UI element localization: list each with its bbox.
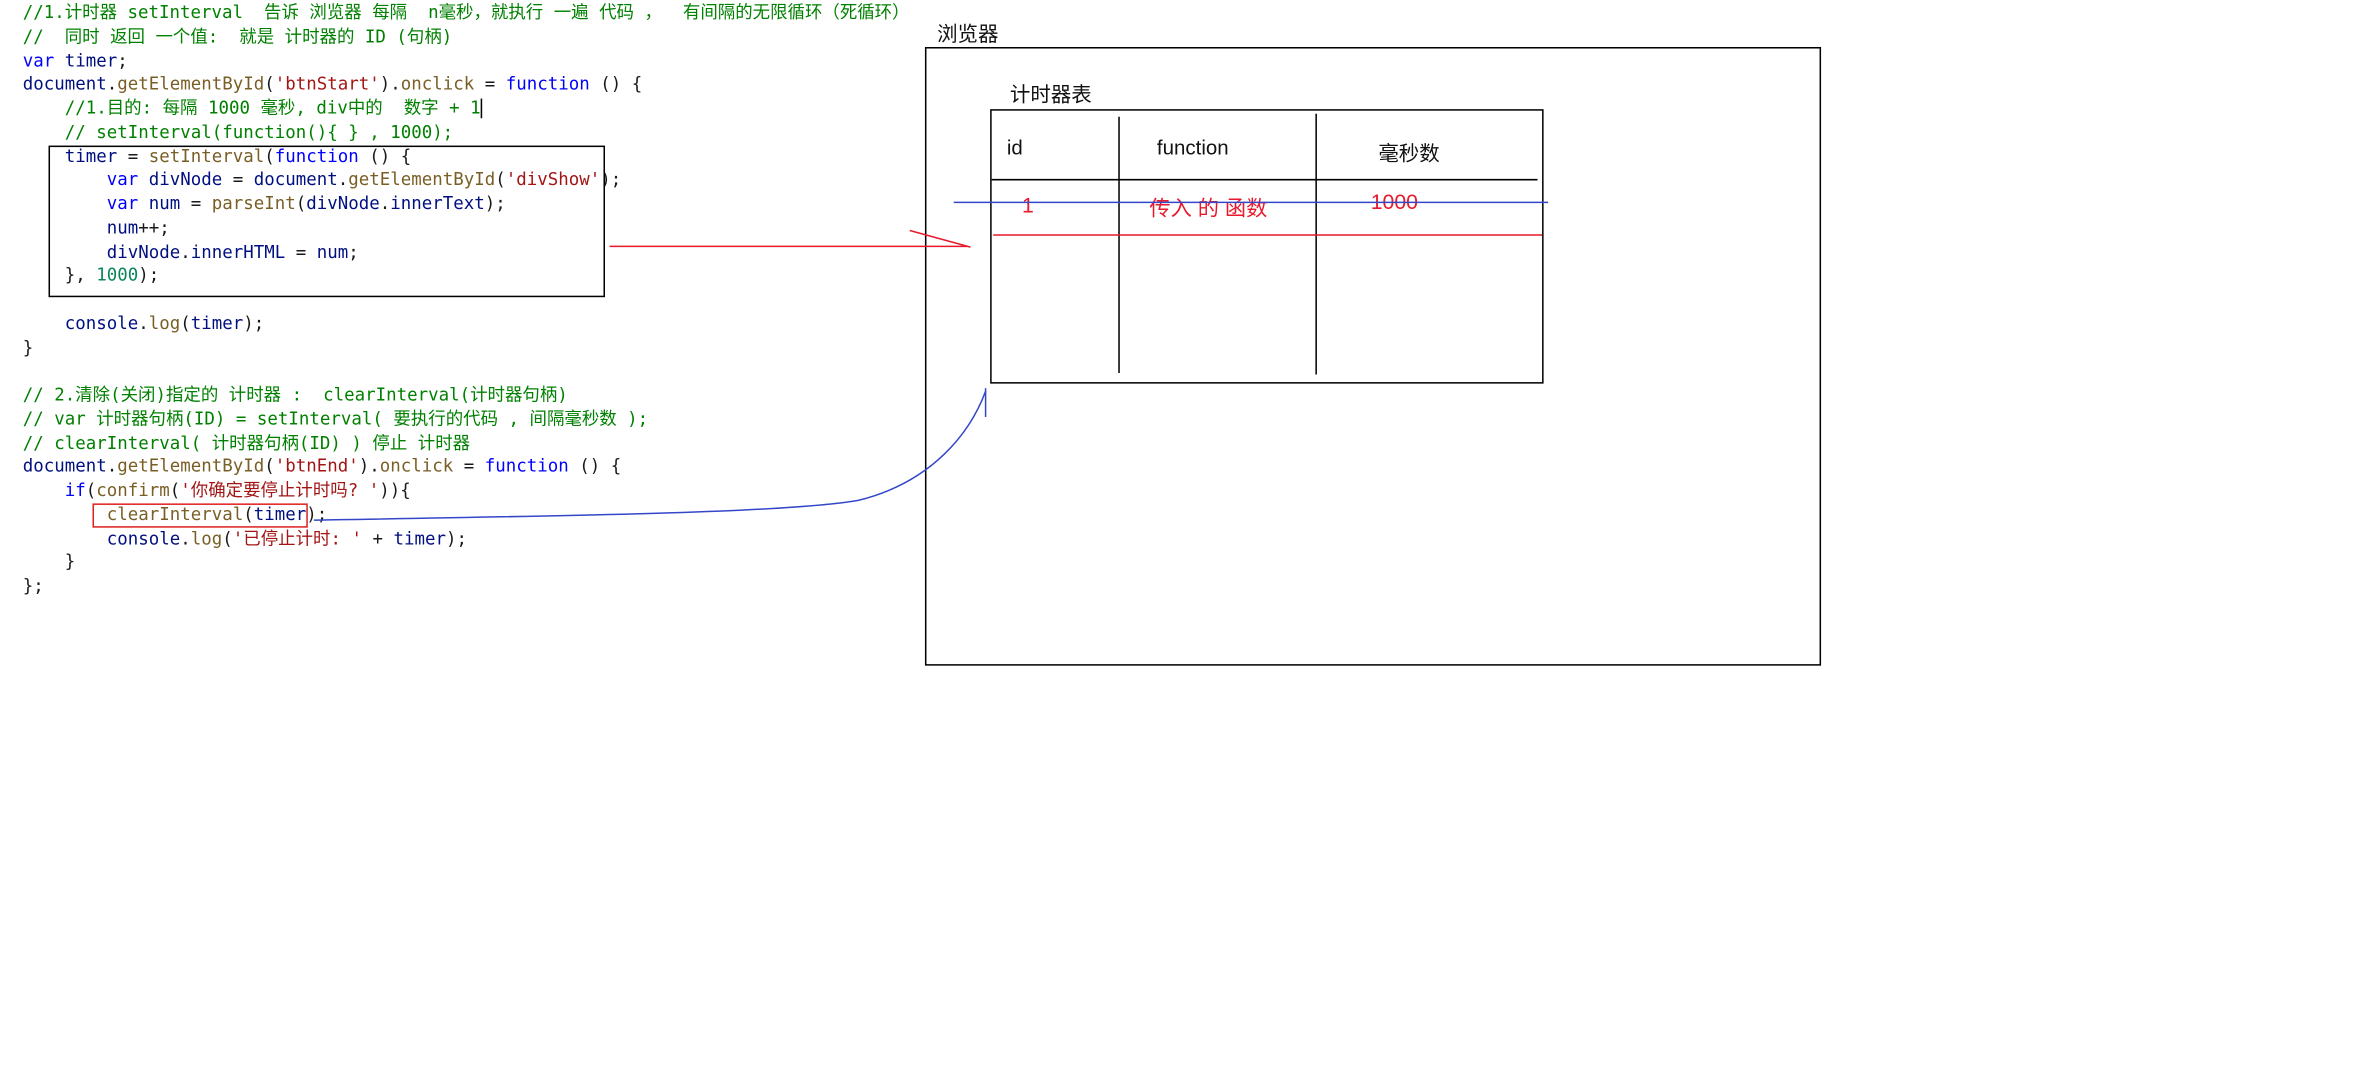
annotation-layer [313,113,1549,521]
red-arrow-head [909,229,971,248]
blue-curve-arrow [313,390,987,521]
whiteboard: //1.计时器 setInterval 告诉 浏览器 每隔 n毫秒，就执行 一遍… [0,0,2370,1086]
